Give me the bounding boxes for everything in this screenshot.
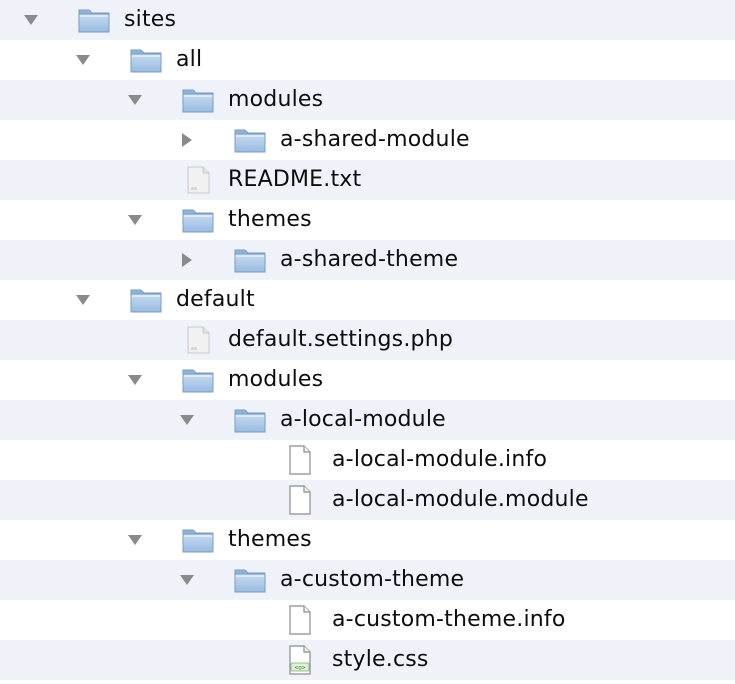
- document-icon: [282, 445, 316, 475]
- tree-item-label: a-local-module.module: [332, 487, 589, 512]
- tree-item-label: a-shared-module: [280, 127, 470, 152]
- folder-icon: [129, 45, 163, 75]
- tree-item-label: README.txt: [228, 167, 362, 192]
- file-tree: sites all modules a-shared-module README.txt…: [0, 0, 735, 684]
- tree-row[interactable]: a-local-module: [0, 400, 735, 440]
- tree-row[interactable]: modules: [0, 360, 735, 400]
- disclosure-expanded-icon[interactable]: [178, 572, 196, 588]
- tree-item-label: modules: [228, 87, 324, 112]
- tree-row[interactable]: all: [0, 40, 735, 80]
- folder-icon: [181, 85, 215, 115]
- tree-item-label: themes: [228, 527, 312, 552]
- document-icon: [282, 485, 316, 515]
- tree-row[interactable]: a-custom-theme: [0, 560, 735, 600]
- folder-icon: [233, 405, 267, 435]
- tree-row[interactable]: themes: [0, 200, 735, 240]
- tree-item-label: modules: [228, 367, 324, 392]
- tree-row[interactable]: a-custom-theme.info: [0, 600, 735, 640]
- tree-row[interactable]: a-local-module.info: [0, 440, 735, 480]
- disclosure-expanded-icon[interactable]: [74, 52, 92, 68]
- tree-item-label: default.settings.php: [228, 327, 453, 352]
- tree-item-label: style.css: [332, 647, 429, 672]
- folder-icon: [129, 285, 163, 315]
- tree-item-label: a-custom-theme.info: [332, 607, 566, 632]
- disclosure-expanded-icon[interactable]: [126, 212, 144, 228]
- folder-icon: [181, 205, 215, 235]
- tree-row[interactable]: a-local-module.module: [0, 480, 735, 520]
- text-file-icon: [181, 165, 215, 195]
- tree-row[interactable]: <o> style.css: [0, 640, 735, 680]
- tree-row[interactable]: sites: [0, 0, 735, 40]
- tree-row[interactable]: themes: [0, 520, 735, 560]
- tree-item-label: default: [176, 287, 255, 312]
- text-file-icon: [181, 325, 215, 355]
- disclosure-expanded-icon[interactable]: [126, 92, 144, 108]
- tree-row[interactable]: a-shared-theme: [0, 240, 735, 280]
- folder-icon: [181, 365, 215, 395]
- disclosure-expanded-icon[interactable]: [126, 532, 144, 548]
- tree-item-label: a-custom-theme: [280, 567, 465, 592]
- tree-item-label: a-shared-theme: [280, 247, 459, 272]
- disclosure-collapsed-icon[interactable]: [178, 132, 196, 148]
- disclosure-expanded-icon[interactable]: [126, 372, 144, 388]
- disclosure-collapsed-icon[interactable]: [178, 252, 196, 268]
- document-icon: [282, 605, 316, 635]
- tree-item-label: a-local-module: [280, 407, 446, 432]
- disclosure-expanded-icon[interactable]: [74, 292, 92, 308]
- folder-icon: [233, 125, 267, 155]
- folder-icon: [77, 5, 111, 35]
- disclosure-expanded-icon[interactable]: [22, 12, 40, 28]
- disclosure-expanded-icon[interactable]: [178, 412, 196, 428]
- folder-icon: [181, 525, 215, 555]
- svg-text:<o>: <o>: [295, 665, 306, 672]
- tree-item-label: a-local-module.info: [332, 447, 548, 472]
- tree-item-label: all: [176, 47, 203, 72]
- tree-row[interactable]: modules: [0, 80, 735, 120]
- tree-row[interactable]: default.settings.php: [0, 320, 735, 360]
- tree-row[interactable]: a-shared-module: [0, 120, 735, 160]
- tree-row[interactable]: README.txt: [0, 160, 735, 200]
- tree-row[interactable]: default: [0, 280, 735, 320]
- folder-icon: [233, 245, 267, 275]
- css-file-icon: <o>: [282, 645, 316, 675]
- folder-icon: [233, 565, 267, 595]
- tree-item-label: sites: [124, 7, 177, 32]
- tree-item-label: themes: [228, 207, 312, 232]
